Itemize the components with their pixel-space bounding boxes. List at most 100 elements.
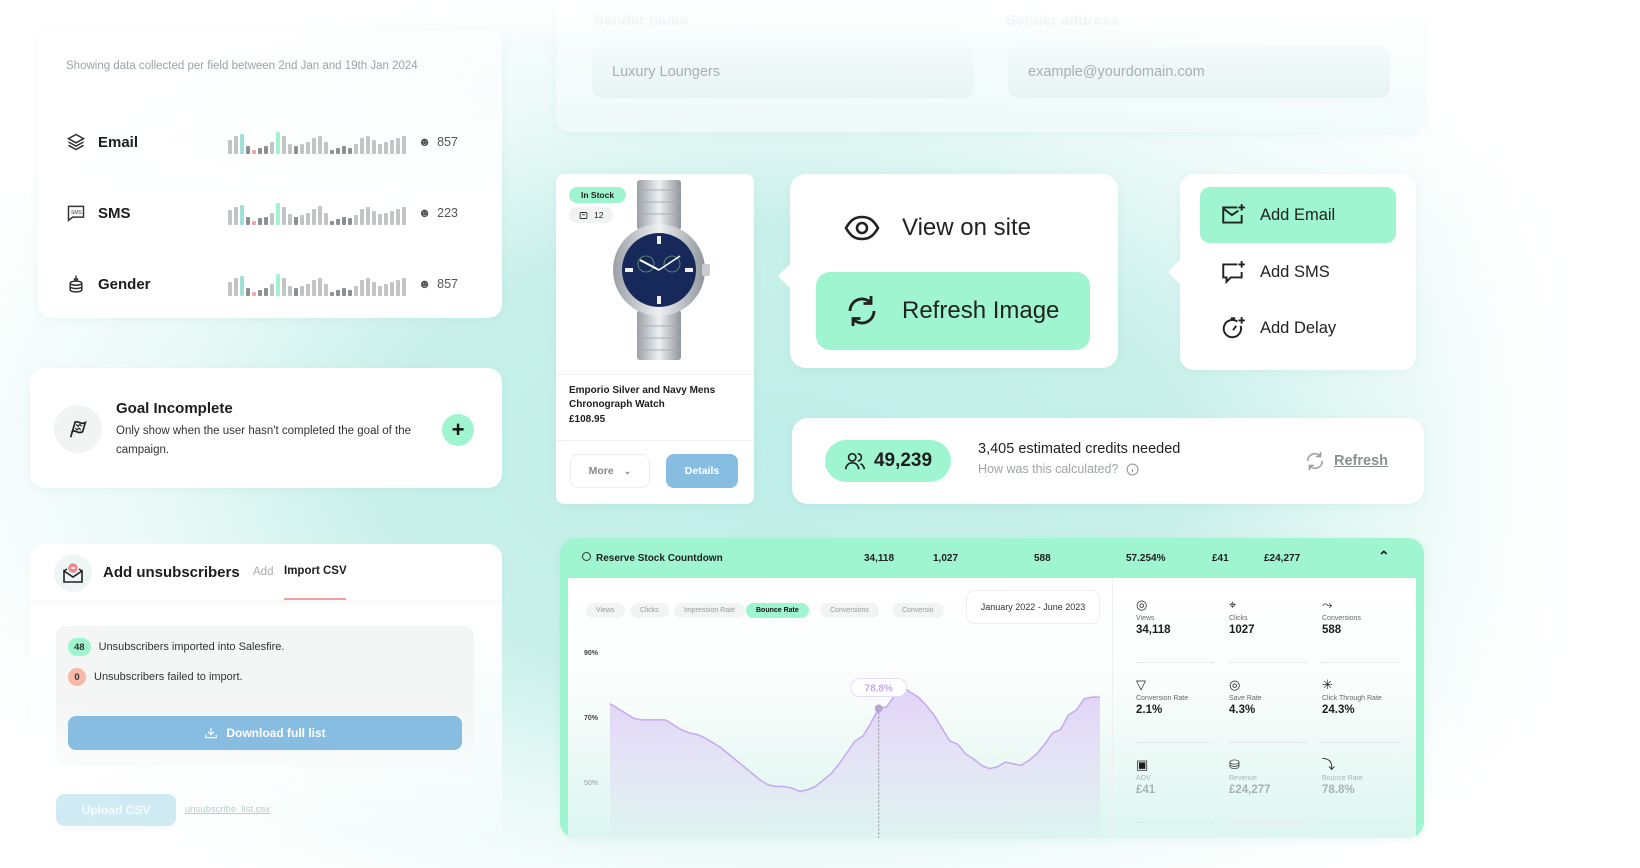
tab-add[interactable]: Add <box>253 566 273 578</box>
more-dropdown-button[interactable]: More ⌄ <box>570 454 650 488</box>
unsubscribers-header: Add unsubscribers Add Import CSV <box>30 544 502 600</box>
svg-text:SMS: SMS <box>71 210 83 216</box>
goal-icon-wrap <box>54 405 102 453</box>
spark-bar <box>246 217 250 225</box>
download-full-list-button[interactable]: Download full list <box>68 716 462 750</box>
audience-count-pill: 49,239 <box>825 440 951 482</box>
spark-bar <box>348 218 352 225</box>
product-name: Emporio Silver and Navy Mens Chronograph… <box>569 385 716 410</box>
sender-address-input[interactable]: example@yourdomain.com <box>1008 46 1390 98</box>
field-row-email[interactable]: Email ☻ 857 <box>66 130 486 154</box>
spark-bar <box>390 282 394 296</box>
upload-csv-button[interactable]: Upload CSV <box>56 794 176 826</box>
add-step-menu: Add Email Add SMS Add Delay <box>1168 174 1416 370</box>
metric-chip[interactable]: Conversions <box>820 603 879 618</box>
stat-value: £24,277 <box>1229 784 1271 796</box>
spark-bar <box>402 136 406 154</box>
filter-icon: ▽ <box>1136 677 1146 692</box>
summary-clicks: 1,027 <box>933 553 959 564</box>
add-goal-button[interactable]: + <box>442 414 474 446</box>
spark-bar <box>366 278 370 296</box>
tab-import-csv[interactable]: Import CSV <box>284 565 347 577</box>
imported-line: 48 Unsubscribers imported into Salesfire… <box>68 638 284 656</box>
data-point[interactable] <box>874 704 883 713</box>
menu-item-add-sms[interactable]: Add SMS <box>1200 244 1396 300</box>
metric-chip[interactable]: Conversio <box>892 603 944 618</box>
field-row-gender[interactable]: Gender ☻ 857 <box>66 272 486 296</box>
spark-bar <box>384 284 388 296</box>
spark-bar <box>306 284 310 296</box>
menu-item-add-delay[interactable]: Add Delay <box>1200 300 1396 356</box>
spark-bar <box>342 288 346 296</box>
stat-label: Click Through Rate <box>1322 695 1382 702</box>
campaign-summary-row[interactable]: Reserve Stock Countdown 34,118 1,027 588… <box>560 538 1424 578</box>
user-plus-icon: ☻ <box>418 277 432 291</box>
field-row-sms[interactable]: SMS SMS ☻ 223 <box>66 201 486 225</box>
date-range-picker[interactable]: January 2022 - June 2023 <box>966 590 1100 624</box>
menu-item-label: Add Email <box>1260 205 1336 224</box>
bounce-icon: ⤵ <box>1322 757 1336 772</box>
spark-bar <box>234 136 238 154</box>
stat-label: Clicks <box>1229 615 1248 622</box>
spark-bar <box>378 214 382 225</box>
eye-icon: ◎ <box>1136 597 1148 612</box>
quantity-value: 12 <box>594 210 604 220</box>
cursor-click-icon: ✳ <box>1322 677 1333 692</box>
menu-item-label: Add Delay <box>1260 318 1337 337</box>
stat-label: Conversion Rate <box>1136 695 1189 702</box>
menu-item-view-on-site[interactable]: View on site <box>844 214 1031 242</box>
spark-bar <box>306 213 310 225</box>
bounce-rate-chart: 78.8% <box>609 678 1100 838</box>
spark-bar <box>234 278 238 296</box>
spark-bar <box>234 207 238 225</box>
stat-label: Save Rate <box>1229 695 1262 702</box>
spark-bar <box>318 136 322 154</box>
details-button[interactable]: Details <box>666 454 738 488</box>
spark-bar <box>252 221 256 225</box>
field-count: ☻ 857 <box>418 135 459 149</box>
y-tick-label: 90% <box>584 650 599 657</box>
spark-bar <box>366 207 370 225</box>
spark-bar <box>348 148 352 154</box>
spark-bar <box>312 280 316 296</box>
refresh-credits-link[interactable]: Refresh <box>1304 450 1388 472</box>
more-label: More <box>588 465 614 477</box>
stat-value: 78.8% <box>1322 784 1355 796</box>
sender-name-input[interactable]: Luxury Loungers <box>592 46 974 98</box>
failed-text: Unsubscribers failed to import. <box>94 671 243 683</box>
chevron-up-icon[interactable]: ⌃ <box>1378 548 1390 565</box>
stat-tile: ⛁ Revenue £24,277 <box>1229 758 1309 828</box>
spark-bar <box>246 146 250 154</box>
mail-plus-icon <box>1222 204 1245 224</box>
menu-item-refresh-image[interactable]: Refresh Image <box>816 272 1090 350</box>
metric-chip[interactable]: Impression Rate <box>674 603 745 618</box>
unsubscribers-title: Add unsubscribers <box>103 564 240 581</box>
menu-item-add-email[interactable]: Add Email <box>1200 187 1396 243</box>
stat-label: Conversions <box>1322 615 1361 622</box>
flag-icon <box>69 420 87 438</box>
status-circle-icon <box>582 552 591 561</box>
menu-item-label: View on site <box>902 214 1031 241</box>
refresh-label: Refresh <box>1334 453 1388 469</box>
y-tick-label: 50% <box>584 780 599 787</box>
analytics-body: Views Clicks Impression Rate Bounce Rate Con… <box>568 578 1416 838</box>
metric-chip[interactable]: Views <box>586 603 625 618</box>
metric-chip[interactable]: Clicks <box>630 603 669 618</box>
unsubscribe-icon-wrap <box>54 554 92 592</box>
metric-chip[interactable]: Bounce Rate <box>746 603 809 618</box>
spark-bar <box>258 218 262 225</box>
download-label: Download full list <box>226 726 326 740</box>
plus-icon: + <box>451 417 465 442</box>
spark-bar <box>282 278 286 296</box>
stat-value: 2.1% <box>1136 704 1163 716</box>
spark-bar <box>240 205 244 225</box>
goal-title: Goal Incomplete <box>116 400 233 417</box>
spark-bar <box>360 280 364 296</box>
user-plus-icon: ☻ <box>418 206 432 220</box>
calculation-help-link[interactable]: How was this calculated? <box>978 462 1139 476</box>
spark-bar <box>294 146 298 154</box>
divider <box>1229 742 1307 744</box>
spark-bar <box>312 138 316 154</box>
campaign-analytics-panel: Reserve Stock Countdown 34,118 1,027 588… <box>560 538 1424 838</box>
divider <box>1322 662 1400 664</box>
